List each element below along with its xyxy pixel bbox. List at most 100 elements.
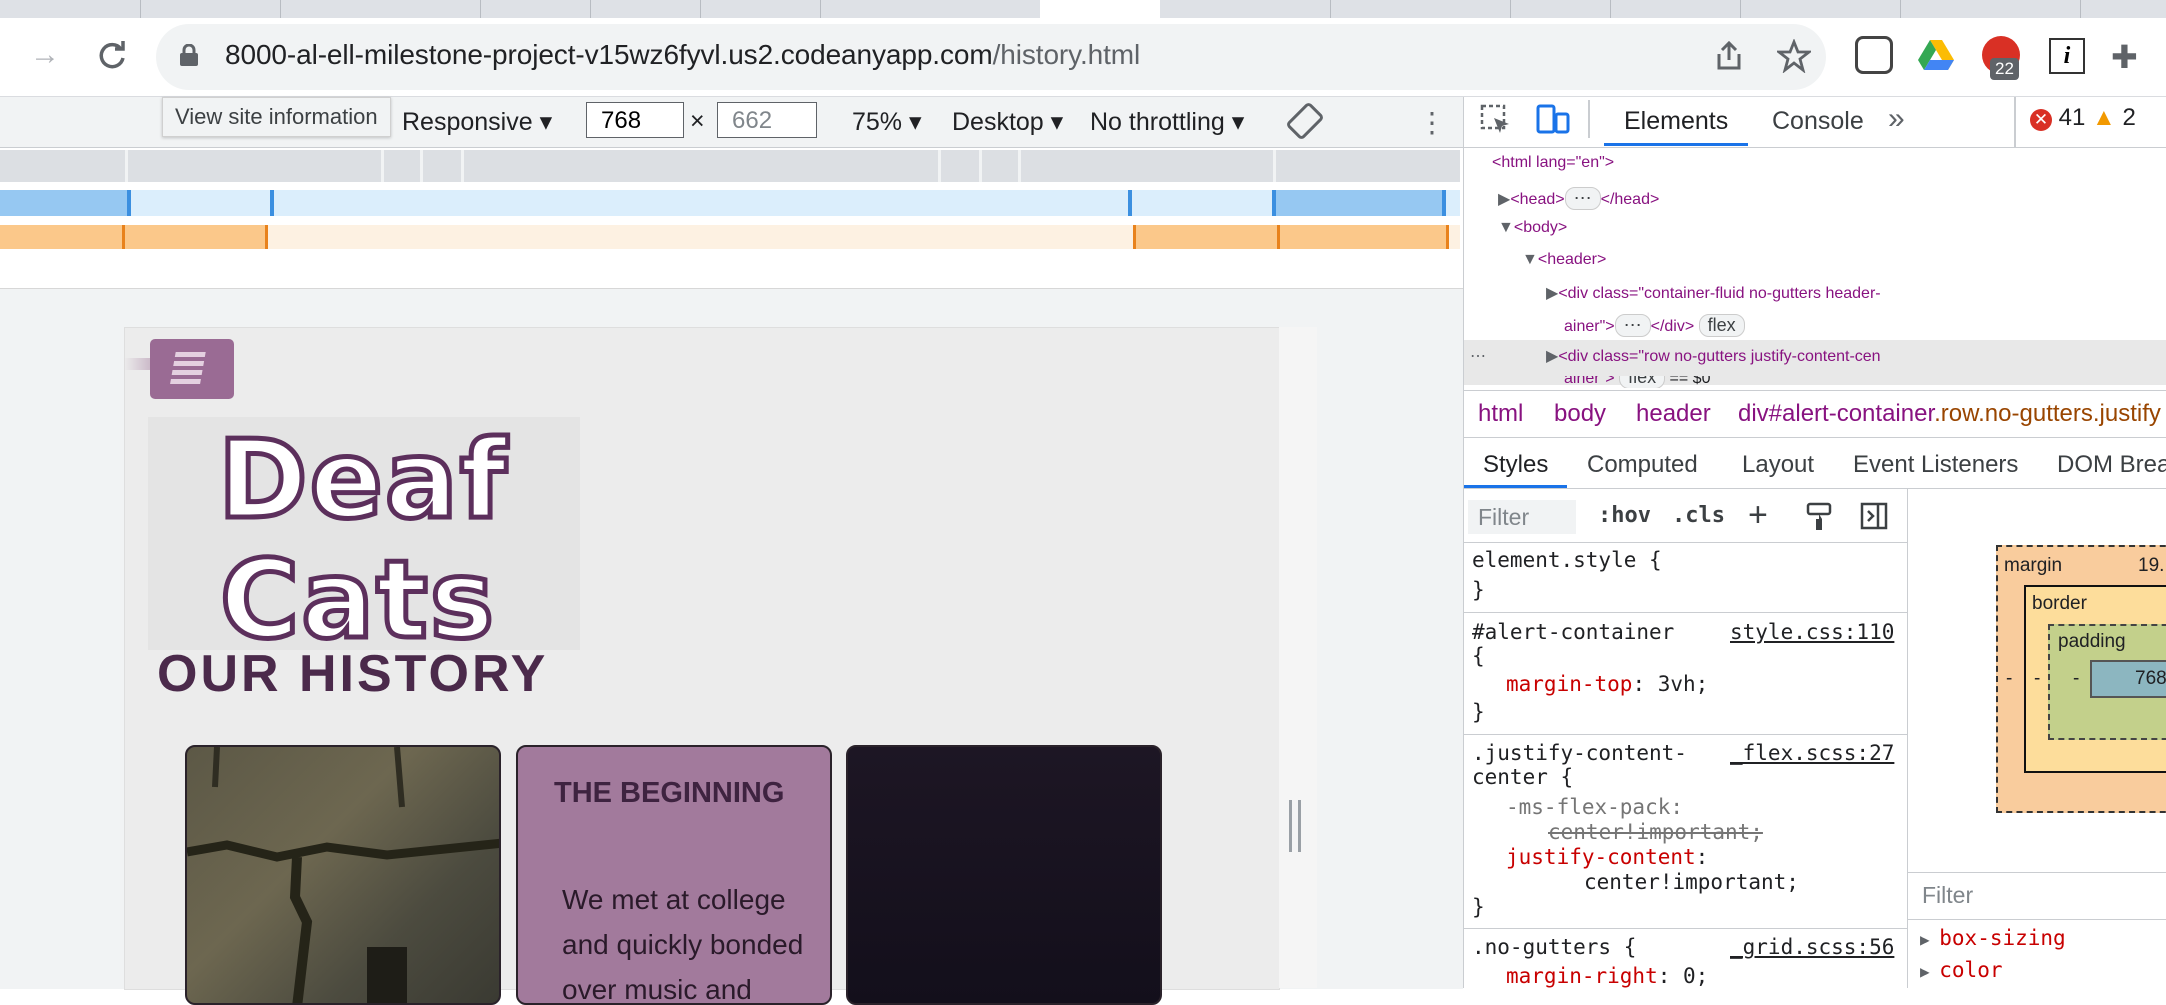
- rotate-icon[interactable]: [1286, 102, 1324, 145]
- star-icon[interactable]: [1774, 38, 1814, 78]
- forward-arrow-icon[interactable]: →: [30, 40, 60, 70]
- device-icon[interactable]: [1536, 104, 1570, 141]
- media-query-bar-min[interactable]: [0, 225, 1460, 249]
- node-actions-icon[interactable]: ⋯: [1470, 346, 1486, 366]
- browser-tab[interactable]: [1900, 0, 2081, 18]
- alert-container-selector[interactable]: #alert-container: [1472, 620, 1674, 644]
- sidebar-toggle-icon[interactable]: [1860, 502, 1888, 535]
- more-vert-icon[interactable]: ⋮: [1418, 106, 1446, 139]
- flex-badge[interactable]: flex: [1619, 376, 1666, 388]
- error-count: 41: [2058, 104, 2086, 131]
- hamburger-menu-button[interactable]: [150, 339, 234, 399]
- dom-node-div2[interactable]: ▶<div class="row no-gutters justify-cont…: [1546, 346, 1881, 366]
- browser-tab[interactable]: [590, 0, 701, 18]
- breadcrumb-body[interactable]: body: [1554, 400, 1606, 428]
- media-query-bar-max[interactable]: [0, 150, 1460, 182]
- url-text[interactable]: 8000-al-ell-milestone-project-v15wz6fyvl…: [225, 39, 1140, 71]
- info-extension-icon[interactable]: i: [2049, 38, 2085, 74]
- issues-counter[interactable]: ✕ 41 ▲ 2: [2030, 104, 2136, 132]
- share-icon[interactable]: [1713, 40, 1745, 77]
- computed-filter-input[interactable]: Filter: [1922, 882, 1973, 909]
- border-label: border: [2032, 593, 2087, 614]
- margin-top-declaration[interactable]: margin-top: 3vh;: [1506, 672, 1708, 696]
- browser-tab[interactable]: [140, 0, 281, 18]
- drive-icon[interactable]: [1917, 38, 1955, 77]
- computed-prop-name: color: [1939, 958, 2003, 982]
- more-tabs-icon[interactable]: »: [1888, 102, 1905, 136]
- tab-layout[interactable]: Layout: [1742, 451, 1814, 479]
- responsive-dropdown[interactable]: Responsive ▾: [402, 107, 552, 137]
- styles-filter-input[interactable]: Filter: [1468, 500, 1576, 534]
- cls-button[interactable]: .cls: [1672, 503, 1725, 528]
- device-type-dropdown[interactable]: Desktop ▾: [952, 107, 1063, 137]
- dom-node-div1-cont[interactable]: ainer"> ⋯ </div> flex: [1564, 314, 1745, 337]
- logo-word-deaf: Deaf: [216, 418, 510, 543]
- justify-content-prop: justify-content: [1506, 845, 1696, 869]
- inspect-icon[interactable]: [1480, 104, 1512, 141]
- justify-selector-cont: center {: [1472, 765, 1574, 789]
- dom-node-div1[interactable]: ▶<div class="container-fluid no-gutters …: [1546, 283, 1881, 303]
- browser-tab[interactable]: [0, 0, 141, 18]
- dom-node-head[interactable]: ▶<head> ⋯ </head>: [1498, 187, 1659, 210]
- justify-content-declaration[interactable]: justify-content:: [1506, 845, 1708, 869]
- lock-icon[interactable]: [179, 43, 199, 66]
- reload-icon[interactable]: [94, 38, 130, 79]
- browser-tab[interactable]: [1610, 0, 1741, 18]
- media-query-bar-min-max[interactable]: [0, 190, 1460, 216]
- breadcrumb-div[interactable]: div#alert-container.row.no-gutters.justi…: [1738, 400, 2161, 428]
- paint-icon[interactable]: [1806, 502, 1832, 537]
- dom-node-div2-cont: ainer"> flex == $0: [1464, 376, 2166, 388]
- tab-strip: [0, 0, 2166, 18]
- tooltip: View site information: [162, 97, 391, 137]
- tab-dom-breakpoints[interactable]: DOM Brea: [2057, 451, 2166, 479]
- computed-color[interactable]: ▶ color: [1920, 958, 2002, 982]
- hov-button[interactable]: :hov: [1598, 503, 1651, 528]
- div2-tag-cont: ainer">: [1564, 376, 1615, 387]
- dom-node-body[interactable]: ▼<body>: [1498, 219, 1567, 237]
- ms-flex-pack-prop[interactable]: -ms-flex-pack:: [1506, 795, 1683, 819]
- browser-tab[interactable]: [820, 0, 1041, 18]
- browser-tab[interactable]: [700, 0, 821, 18]
- extension-icon[interactable]: [1855, 36, 1893, 74]
- breadcrumb-header[interactable]: header: [1636, 400, 1711, 428]
- tab-console[interactable]: Console: [1772, 107, 1864, 136]
- flex-source-link[interactable]: _flex.scss:27: [1730, 741, 1894, 765]
- tab-computed[interactable]: Computed: [1587, 451, 1698, 479]
- dom-node-html[interactable]: <html lang="en">: [1492, 154, 1614, 172]
- grid-source-link[interactable]: _grid.scss:56: [1730, 935, 1894, 959]
- new-rule-icon[interactable]: +: [1748, 496, 1768, 535]
- throttling-dropdown[interactable]: No throttling ▾: [1090, 107, 1244, 137]
- element-style-rule[interactable]: element.style {: [1472, 548, 1662, 572]
- breadcrumb-html[interactable]: html: [1478, 400, 1523, 428]
- flex-badge[interactable]: flex: [1698, 314, 1745, 337]
- resize-handle[interactable]: [1289, 800, 1301, 852]
- browser-tab[interactable]: [1160, 0, 1331, 18]
- puzzle-icon[interactable]: ✚: [2111, 38, 2138, 76]
- margin-right-declaration[interactable]: margin-right: 0;: [1506, 964, 1708, 988]
- card-title: THE BEGINNING: [554, 777, 785, 809]
- browser-tab[interactable]: [480, 0, 591, 18]
- tab-elements[interactable]: Elements: [1624, 107, 1728, 136]
- browser-tab[interactable]: [1740, 0, 1901, 18]
- dom-node-header[interactable]: ▼<header>: [1522, 251, 1606, 269]
- no-gutters-selector[interactable]: .no-gutters {: [1472, 935, 1636, 959]
- zoom-dropdown[interactable]: 75% ▾: [852, 107, 922, 137]
- height-input[interactable]: 662: [717, 102, 817, 138]
- ellipsis-badge[interactable]: ⋯: [1564, 187, 1601, 210]
- width-input[interactable]: 768: [586, 102, 684, 138]
- history-card-dark: [846, 745, 1162, 1005]
- computed-prop-name: box-sizing: [1939, 926, 2066, 950]
- tab-event-listeners[interactable]: Event Listeners: [1853, 451, 2018, 479]
- computed-box-sizing[interactable]: ▶ box-sizing: [1920, 926, 2066, 950]
- alert-source-link[interactable]: style.css:110: [1730, 620, 1894, 644]
- browser-tab[interactable]: [1510, 0, 1611, 18]
- justify-selector[interactable]: .justify-content-: [1472, 741, 1687, 765]
- tab-styles[interactable]: Styles: [1483, 451, 1548, 479]
- div1-tag: <div class="container-fluid no-gutters h…: [1558, 285, 1881, 302]
- active-tab[interactable]: [1040, 0, 1160, 18]
- history-card-beginning: THE BEGINNING We met at college and quic…: [516, 745, 832, 1005]
- browser-tab[interactable]: [1330, 0, 1511, 18]
- margin-right-value: : 0;: [1657, 964, 1709, 988]
- browser-tab[interactable]: [280, 0, 481, 18]
- ellipsis-badge[interactable]: ⋯: [1614, 314, 1651, 337]
